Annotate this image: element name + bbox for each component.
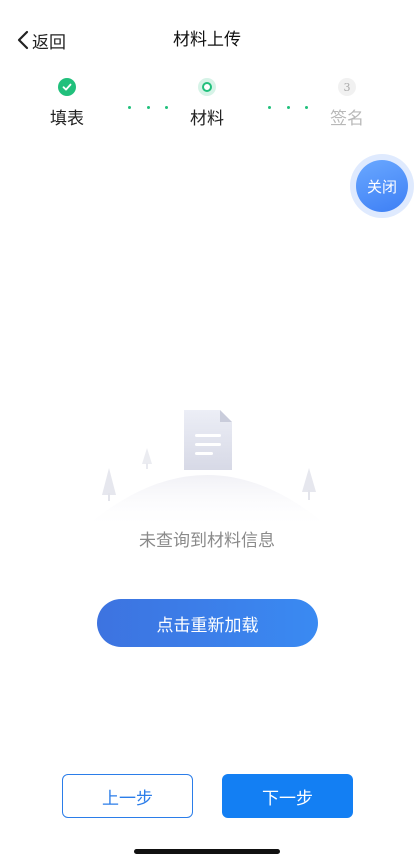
floating-close-button[interactable]: 关闭 bbox=[350, 154, 414, 218]
material-upload-page: 返回 材料上传 填表 材料 3 签名 关闭 未查询到材料信息 点击重新加载 上一… bbox=[0, 0, 414, 862]
step-label: 签名 bbox=[330, 109, 364, 129]
close-label: 关闭 bbox=[356, 160, 408, 212]
step-label: 材料 bbox=[190, 109, 224, 129]
empty-document-illustration bbox=[82, 410, 332, 530]
check-icon bbox=[58, 78, 76, 96]
step-label: 填表 bbox=[50, 109, 84, 129]
current-step-icon bbox=[198, 78, 216, 96]
step-indicator: 填表 材料 3 签名 bbox=[0, 78, 414, 129]
page-title: 材料上传 bbox=[173, 30, 241, 50]
empty-state-message: 未查询到材料信息 bbox=[139, 531, 275, 551]
reload-button[interactable]: 点击重新加载 bbox=[97, 599, 318, 647]
previous-step-button[interactable]: 上一步 bbox=[62, 774, 193, 818]
step-materials: 材料 bbox=[167, 78, 247, 129]
nav-header: 返回 材料上传 bbox=[0, 20, 414, 60]
step-number: 3 bbox=[338, 78, 356, 96]
step-connector bbox=[128, 106, 168, 109]
next-step-button[interactable]: 下一步 bbox=[222, 774, 353, 818]
step-connector bbox=[268, 106, 308, 109]
step-signature: 3 签名 bbox=[307, 78, 387, 129]
step-fill-form: 填表 bbox=[27, 78, 107, 129]
home-indicator bbox=[134, 849, 280, 854]
